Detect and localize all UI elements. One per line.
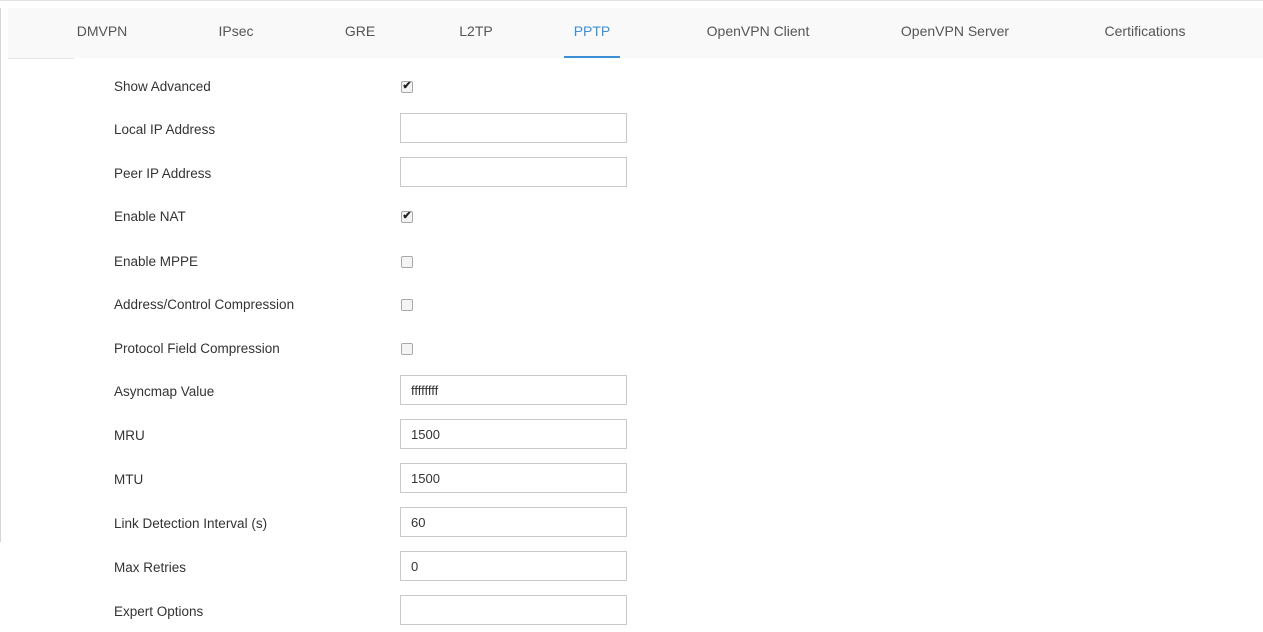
tab-ipsec[interactable]: IPsec: [196, 8, 276, 58]
mru-input[interactable]: [400, 419, 627, 449]
addr-ctrl-comp-checkbox[interactable]: [401, 299, 413, 311]
tab-dmvpn[interactable]: DMVPN: [62, 8, 142, 58]
tab-openvpn-client[interactable]: OpenVPN Client: [683, 8, 833, 58]
enable-nat-checkbox[interactable]: ✔: [401, 210, 413, 223]
enable-mppe-checkbox[interactable]: [401, 256, 413, 268]
link-detection-row: Link Detection Interval (s): [74, 507, 1263, 541]
peer-ip-label: Peer IP Address: [114, 166, 212, 181]
addr-ctrl-comp-row: Address/Control Compression: [74, 288, 1263, 322]
peer-ip-row: Peer IP Address: [74, 157, 1263, 191]
proto-field-comp-checkbox[interactable]: [401, 343, 413, 355]
mtu-input[interactable]: [400, 463, 627, 493]
local-ip-input[interactable]: [400, 113, 627, 143]
max-retries-input[interactable]: [400, 551, 627, 581]
tab-openvpn-server[interactable]: OpenVPN Server: [880, 8, 1030, 58]
proto-field-comp-row: Protocol Field Compression: [74, 332, 1263, 366]
show-advanced-checkbox[interactable]: ✔: [401, 80, 413, 93]
local-ip-row: Local IP Address: [74, 113, 1263, 147]
tab-label: Certifications: [1104, 23, 1186, 39]
mru-label: MRU: [114, 428, 145, 443]
tab-label: GRE: [344, 23, 376, 39]
mtu-label: MTU: [114, 472, 144, 487]
tab-label: IPsec: [218, 23, 254, 39]
show-advanced-label: Show Advanced: [114, 79, 211, 94]
vpn-tab-bar: DMVPN IPsec GRE L2TP PPTP OpenVPN Client…: [8, 8, 1263, 59]
tab-pptp[interactable]: PPTP: [552, 8, 632, 58]
tab-label: OpenVPN Client: [706, 23, 810, 39]
checkmark-icon: ✔: [402, 210, 412, 222]
asyncmap-row: Asyncmap Value: [74, 375, 1263, 409]
pptp-advanced-form: Show Advanced ✔ Local IP Address Peer IP…: [74, 58, 1263, 632]
tab-label: PPTP: [573, 23, 611, 39]
top-border: [0, 0, 1263, 1]
link-detection-label: Link Detection Interval (s): [114, 516, 268, 531]
addr-ctrl-comp-label: Address/Control Compression: [114, 297, 295, 312]
tab-label: DMVPN: [76, 23, 128, 39]
tab-gre[interactable]: GRE: [320, 8, 400, 58]
show-advanced-row: Show Advanced ✔: [74, 70, 1263, 104]
checkmark-icon: ✔: [402, 80, 412, 92]
tab-label: L2TP: [459, 23, 493, 39]
proto-field-comp-label: Protocol Field Compression: [114, 341, 280, 356]
tab-certifications[interactable]: Certifications: [1070, 8, 1220, 58]
expert-options-row: Expert Options: [74, 595, 1263, 629]
max-retries-label: Max Retries: [114, 560, 187, 575]
enable-nat-row: Enable NAT ✔: [74, 200, 1263, 234]
max-retries-row: Max Retries: [74, 551, 1263, 585]
local-ip-label: Local IP Address: [114, 122, 216, 137]
tab-l2tp[interactable]: L2TP: [436, 8, 516, 58]
mru-row: MRU: [74, 419, 1263, 453]
asyncmap-input[interactable]: [400, 375, 627, 405]
enable-mppe-row: Enable MPPE: [74, 245, 1263, 279]
enable-mppe-label: Enable MPPE: [114, 254, 199, 269]
asyncmap-label: Asyncmap Value: [114, 384, 215, 399]
enable-nat-label: Enable NAT: [114, 209, 186, 224]
tab-label: OpenVPN Server: [900, 23, 1010, 39]
expert-options-label: Expert Options: [114, 604, 204, 619]
link-detection-input[interactable]: [400, 507, 627, 537]
mtu-row: MTU: [74, 463, 1263, 497]
expert-options-input[interactable]: [400, 595, 627, 625]
peer-ip-input[interactable]: [400, 157, 627, 187]
left-border: [0, 8, 1, 542]
